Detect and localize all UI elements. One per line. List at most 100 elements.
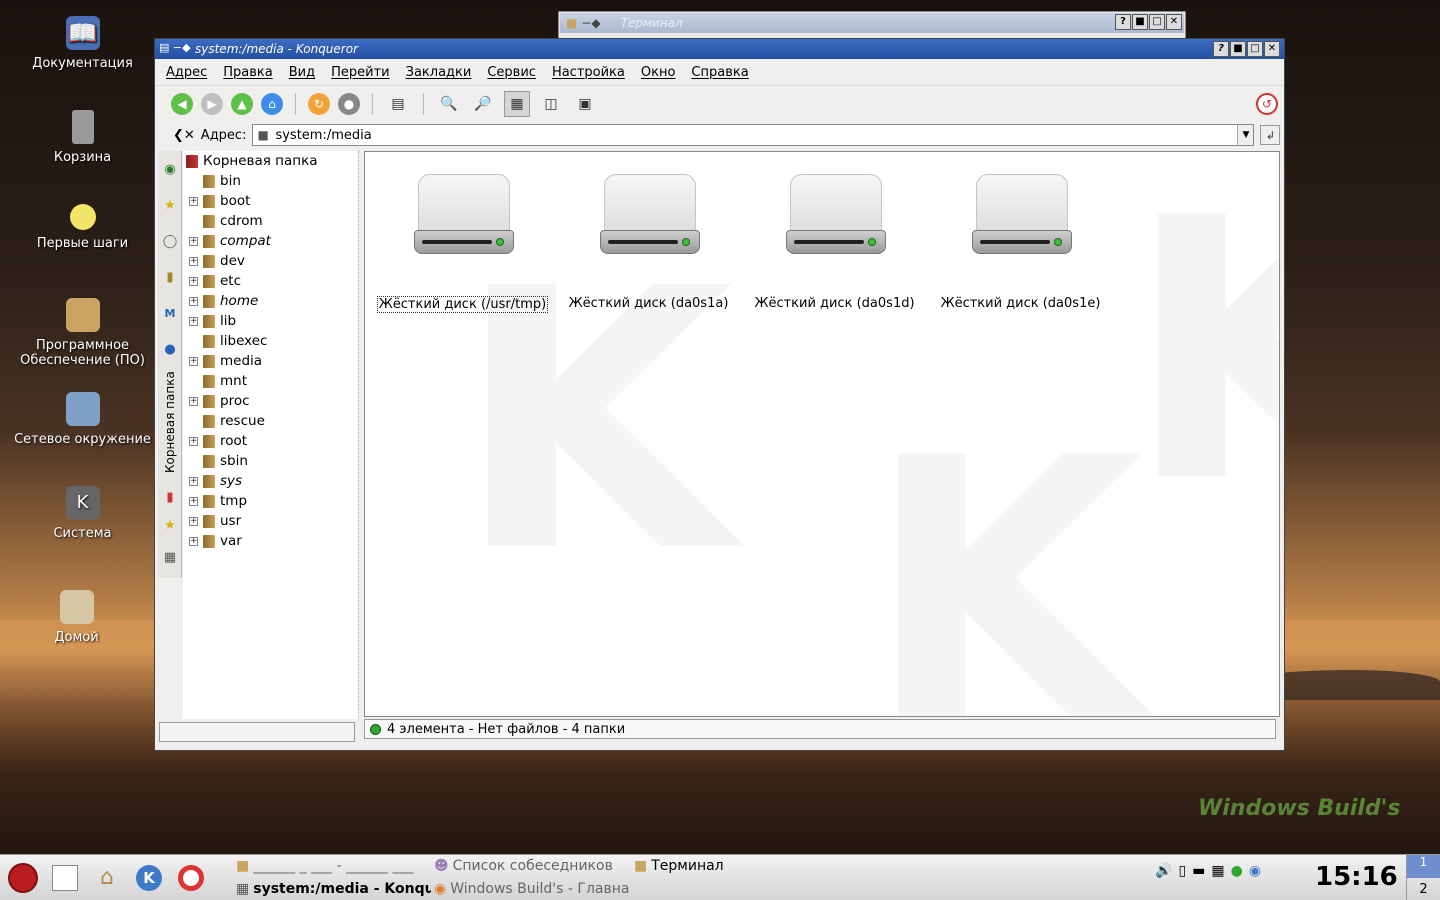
window-titlebar[interactable]: ▤ −◆ system:/media - Konqueror ? ■ □ ✕ <box>155 39 1284 59</box>
sidebar-tab-root-folder[interactable]: Корневая папка <box>160 365 180 480</box>
task-item[interactable]: ■ ______ _ ___ - ______ ___ <box>236 855 431 877</box>
window-menu-icon[interactable]: ▤ −◆ <box>159 41 191 54</box>
sidebar-tab-home[interactable]: ▮ <box>158 259 182 295</box>
task-item-active[interactable]: ▦ system:/media - Konqueror <box>236 878 431 900</box>
tree-item-dev[interactable]: + dev <box>183 251 358 271</box>
sidebar-tab-bookmarks2[interactable]: ★ <box>158 507 182 543</box>
reload-icon[interactable]: ↻ <box>308 92 330 115</box>
close-button[interactable]: ✕ <box>1264 41 1280 57</box>
menu-go[interactable]: Перейти <box>330 65 398 80</box>
tree-item-sbin[interactable]: sbin <box>183 451 358 471</box>
desktop-icon-system[interactable]: K Система <box>0 486 165 541</box>
desktop-icon-docs[interactable]: 📖 Документация <box>0 16 165 71</box>
editor-launcher[interactable] <box>48 861 82 895</box>
go-button[interactable]: ↲ <box>1260 125 1281 145</box>
menu-view[interactable]: Вид <box>288 65 323 80</box>
tree-item-libexec[interactable]: libexec <box>183 331 358 351</box>
close-button[interactable]: ✕ <box>1166 14 1182 30</box>
expand-icon[interactable]: + <box>189 536 198 546</box>
menu-tools[interactable]: Сервис <box>486 65 544 80</box>
task-item[interactable]: ☻ Список собеседников <box>434 855 624 877</box>
stop-icon[interactable]: ● <box>338 92 360 115</box>
pager-desktop-1[interactable]: 1 <box>1407 855 1440 878</box>
tree-item-rescue[interactable]: rescue <box>183 411 358 431</box>
drive-item[interactable]: Жёсткий диск (/usr/tmp) <box>375 174 550 313</box>
back-icon[interactable]: ◀ <box>171 92 193 115</box>
maximize-button[interactable]: □ <box>1247 41 1263 57</box>
menu-help[interactable]: Справка <box>690 65 756 80</box>
image-view-icon[interactable]: ▣ <box>572 91 598 117</box>
menu-edit[interactable]: Правка <box>222 65 280 80</box>
sidebar-tab-bookmarks[interactable]: ★ <box>158 187 182 223</box>
expand-icon[interactable]: + <box>189 276 198 286</box>
tree-item-boot[interactable]: + boot <box>183 191 358 211</box>
expand-icon[interactable]: + <box>189 296 198 306</box>
tree-item-usr[interactable]: + usr <box>183 511 358 531</box>
clear-address-icon[interactable]: ❮✕ <box>173 128 195 143</box>
sidebar-tab-devices[interactable]: ◯ <box>158 223 182 259</box>
sidebar-tab-history[interactable]: ◉ <box>158 151 182 187</box>
terminal-window[interactable]: ■ −◆ Терминал ? ■ □ ✕ <box>558 11 1186 39</box>
forward-icon[interactable]: ▶ <box>201 92 223 115</box>
zoom-out-icon[interactable]: 🔎 <box>470 91 496 117</box>
menu-bookmarks[interactable]: Закладки <box>405 65 480 80</box>
monitor-icon[interactable]: ▦ <box>1211 863 1224 879</box>
clock[interactable]: 15:16 <box>1315 862 1398 892</box>
minimize-button[interactable]: ■ <box>1230 41 1246 57</box>
tree-item-sys[interactable]: + sys <box>183 471 358 491</box>
k-menu-button[interactable] <box>6 861 40 895</box>
sidebar-tab-network[interactable]: ● <box>158 331 182 367</box>
menu-address[interactable]: Адрес <box>165 65 215 80</box>
desktop-icon-trash[interactable]: Корзина <box>0 110 165 165</box>
expand-icon[interactable]: + <box>189 196 198 206</box>
expand-icon[interactable]: + <box>189 256 198 266</box>
clipboard-icon[interactable]: ▯ <box>1178 863 1186 879</box>
sidebar-search-box[interactable] <box>159 722 355 742</box>
tree-item-root[interactable]: + root <box>183 431 358 451</box>
desktop-icon-home[interactable]: Домой <box>0 590 159 645</box>
tree-item-mnt[interactable]: mnt <box>183 371 358 391</box>
pager-desktop-2[interactable]: 2 <box>1407 878 1440 900</box>
sidebar-tab-services[interactable]: ▦ <box>158 539 182 575</box>
task-item[interactable]: ◉ Windows Build's - Главная <box>434 878 629 900</box>
tree-item-proc[interactable]: + proc <box>183 391 358 411</box>
expand-icon[interactable]: + <box>189 316 198 326</box>
menu-settings[interactable]: Настройка <box>551 65 633 80</box>
sidebar-tab-media[interactable]: M <box>158 295 182 331</box>
icon-view-icon[interactable]: ▦ <box>504 90 530 117</box>
drive-item[interactable]: Жёсткий диск (da0s1a) <box>561 174 736 311</box>
drive-tray-icon[interactable]: ▬ <box>1192 863 1205 879</box>
help-button[interactable]: ? <box>1115 14 1131 30</box>
desktop-icon-network[interactable]: Сетевое окружение <box>0 392 165 447</box>
expand-icon[interactable]: + <box>189 516 198 526</box>
tree-item-tmp[interactable]: + tmp <box>183 491 358 511</box>
volume-icon[interactable]: 🔊 <box>1155 863 1172 879</box>
tree-item-cdrom[interactable]: cdrom <box>183 211 358 231</box>
desktop-icon-software[interactable]: Программное Обеспечение (ПО) <box>0 298 165 368</box>
expand-icon[interactable]: + <box>189 396 198 406</box>
tree-item-var[interactable]: + var <box>183 531 358 551</box>
home-launcher[interactable]: ⌂ <box>90 861 124 895</box>
maximize-button[interactable]: □ <box>1149 14 1165 30</box>
chevron-down-icon[interactable]: ▼ <box>1237 125 1254 145</box>
network-tray-icon[interactable]: ● <box>1231 863 1243 879</box>
expand-icon[interactable]: + <box>189 236 198 246</box>
split-view-icon[interactable]: ◫ <box>538 91 564 117</box>
expand-icon[interactable]: + <box>189 436 198 446</box>
tree-item-etc[interactable]: + etc <box>183 271 358 291</box>
globe-tray-icon[interactable]: ◉ <box>1249 863 1261 879</box>
drive-item[interactable]: Жёсткий диск (da0s1d) <box>747 174 922 311</box>
expand-icon[interactable]: + <box>189 476 198 486</box>
tree-item-lib[interactable]: + lib <box>183 311 358 331</box>
help-button[interactable]: ? <box>1213 41 1229 57</box>
tree-item-bin[interactable]: bin <box>183 171 358 191</box>
tree-root[interactable]: Корневая папка <box>183 151 358 171</box>
help-launcher[interactable] <box>174 861 208 895</box>
drive-item[interactable]: Жёсткий диск (da0s1e) <box>933 174 1108 311</box>
print-icon[interactable]: ▤ <box>385 91 411 117</box>
kde-launcher[interactable]: K <box>132 861 166 895</box>
home-icon[interactable]: ⌂ <box>261 92 283 115</box>
task-item[interactable]: ■ Терминал <box>634 855 754 877</box>
expand-icon[interactable]: + <box>189 356 198 366</box>
expand-icon[interactable]: + <box>189 496 198 506</box>
